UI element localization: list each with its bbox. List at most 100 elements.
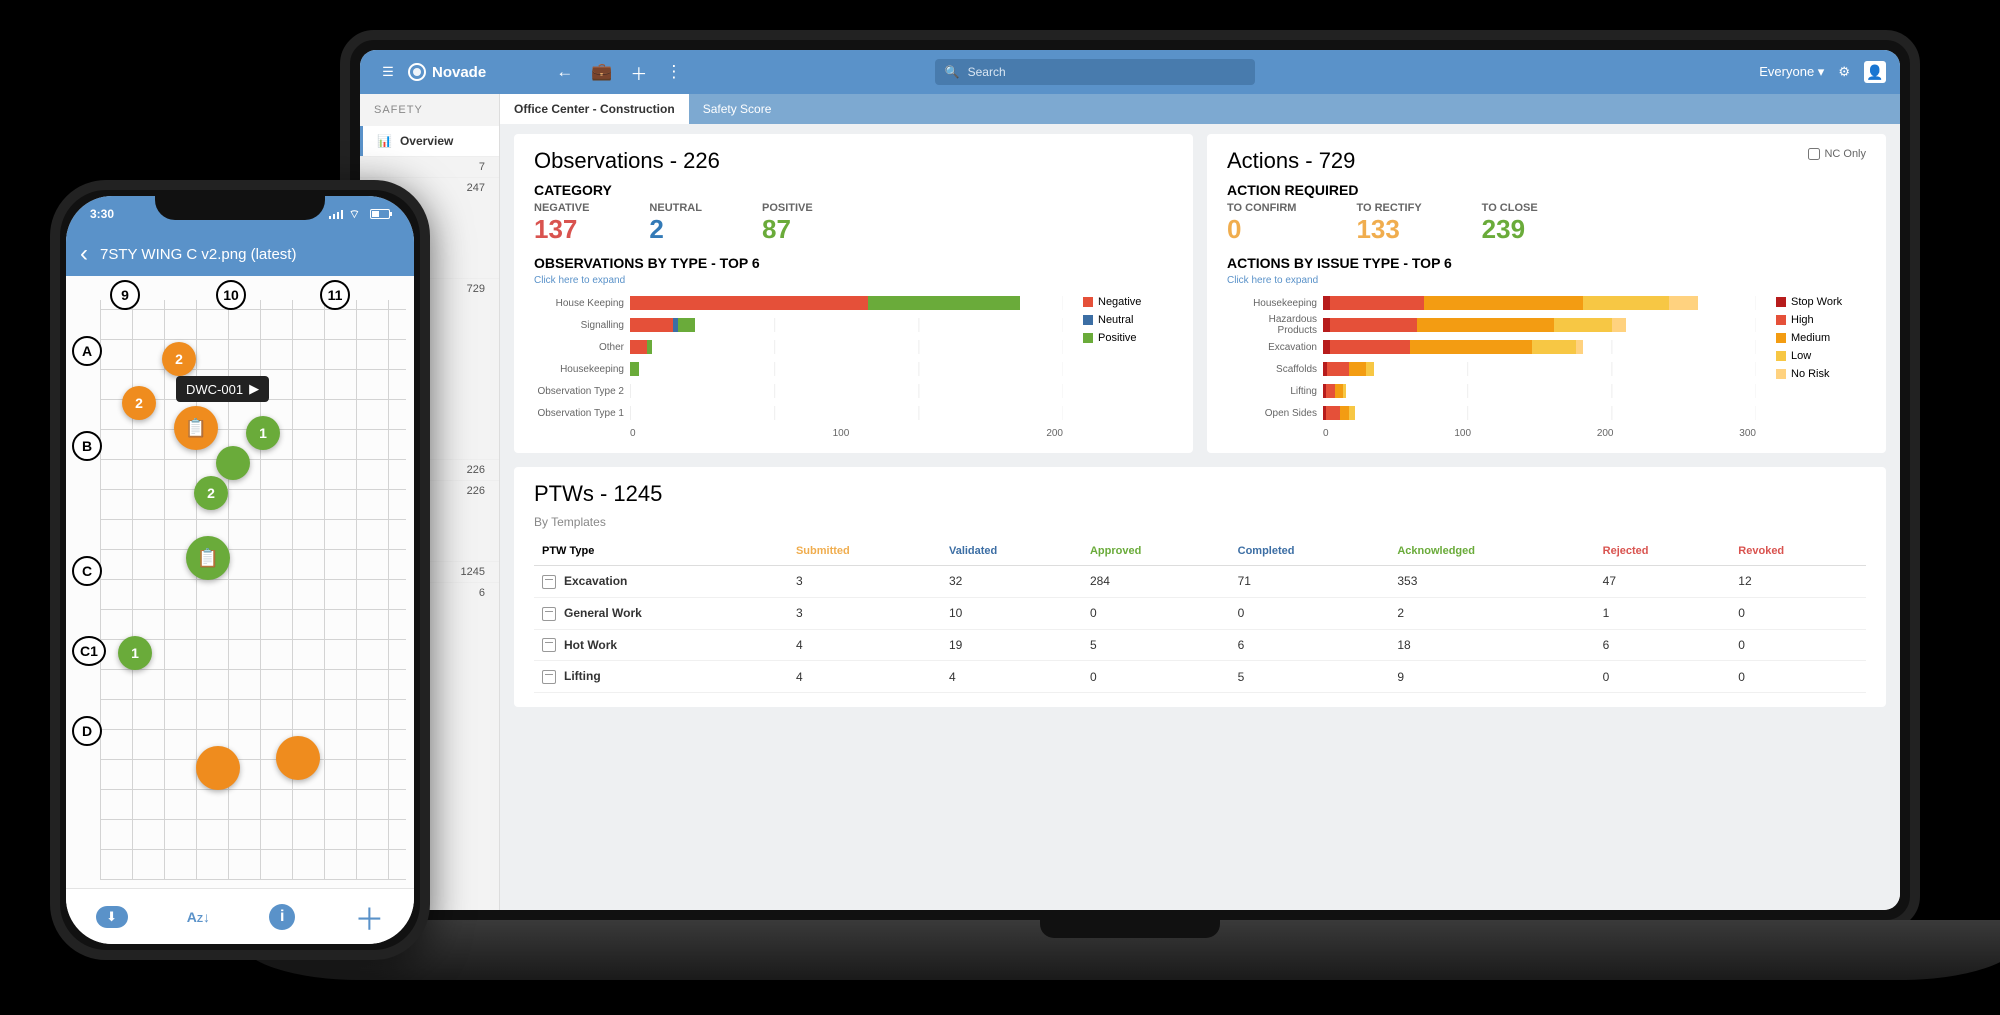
chart-bar-area	[1323, 384, 1756, 398]
wifi-icon: ⌔	[349, 207, 360, 222]
nc-only-toggle[interactable]: NC Only	[1808, 148, 1866, 160]
obs-chart-row: House KeepingSignallingOtherHousekeeping…	[534, 292, 1173, 439]
th-acknowledged[interactable]: Acknowledged	[1389, 537, 1594, 566]
map-pin-clipboard[interactable]: 📋	[174, 406, 218, 450]
plus-icon[interactable]: ＋	[630, 60, 647, 85]
chart-row: Other	[534, 336, 1063, 358]
chart-segment	[1323, 318, 1330, 332]
legend-label: Low	[1791, 350, 1811, 362]
obs-chart-expand[interactable]: Click here to expand	[534, 275, 1173, 286]
col-label: 11	[320, 280, 350, 310]
category-heading: CATEGORY	[534, 182, 1173, 198]
search-input[interactable]: 🔍 Search	[935, 59, 1255, 85]
more-vert-icon[interactable]: ⋮	[665, 62, 682, 82]
actions-chart[interactable]: HousekeepingHazardous ProductsExcavation…	[1227, 292, 1756, 439]
chart-segment	[1349, 362, 1366, 376]
briefcase-icon[interactable]: 💼	[591, 62, 612, 82]
observations-chart[interactable]: House KeepingSignallingOtherHousekeeping…	[534, 292, 1063, 439]
sort-az-icon[interactable]: AZ↓	[187, 909, 210, 925]
confirm-value: 0	[1227, 214, 1241, 244]
th-rejected[interactable]: Rejected	[1595, 537, 1731, 566]
map-pin[interactable]: 2	[194, 476, 228, 510]
phone-frame: 3:30 ⌔ ‹ 7STY WING C v2.png (latest) 9 1…	[50, 180, 430, 960]
th-type[interactable]: PTW Type	[534, 537, 788, 566]
neg-value: 137	[534, 214, 577, 244]
search-placeholder: Search	[968, 65, 1006, 79]
back-icon[interactable]: ←	[556, 62, 573, 82]
chart-bar-area	[630, 318, 1063, 332]
table-row[interactable]: Excavation332284713534712	[534, 566, 1866, 598]
map-pin[interactable]	[196, 746, 240, 790]
th-validated[interactable]: Validated	[941, 537, 1082, 566]
chart-segment	[1554, 318, 1612, 332]
th-approved[interactable]: Approved	[1082, 537, 1230, 566]
map-pin[interactable]: 2	[122, 386, 156, 420]
tab-safety-score[interactable]: Safety Score	[689, 94, 786, 124]
gear-icon[interactable]: ⚙	[1838, 64, 1850, 80]
chart-bar-area	[630, 406, 1063, 420]
laptop-base	[240, 920, 2000, 980]
battery-icon	[370, 209, 390, 219]
chart-segment	[1410, 340, 1533, 354]
play-icon: ▶	[249, 381, 259, 397]
sidebar-item-overview[interactable]: 📊 Overview	[360, 126, 499, 156]
chart-segment	[1330, 296, 1424, 310]
legend-label: Neutral	[1098, 314, 1133, 326]
table-row[interactable]: Lifting4405900	[534, 661, 1866, 693]
th-completed[interactable]: Completed	[1230, 537, 1390, 566]
chart-bar-area	[630, 296, 1063, 310]
calendar-icon	[542, 607, 556, 621]
back-icon[interactable]: ‹	[80, 240, 88, 268]
chart-segment	[1326, 384, 1335, 398]
app-logo[interactable]: Novade	[408, 63, 486, 81]
chart-row: Observation Type 2	[534, 380, 1063, 402]
chart-bar-area	[1323, 296, 1756, 310]
account-icon[interactable]: 👤	[1864, 61, 1886, 83]
chart-segment	[1323, 340, 1330, 354]
map-pin[interactable]	[216, 446, 250, 480]
calendar-icon	[542, 670, 556, 684]
chart-segment	[1576, 340, 1583, 354]
action-stats: TO CONFIRM0 TO RECTIFY133 TO CLOSE239	[1227, 202, 1866, 245]
scope-dropdown[interactable]: Everyone	[1759, 64, 1824, 80]
th-submitted[interactable]: Submitted	[788, 537, 941, 566]
rectify-value: 133	[1356, 214, 1399, 244]
chart-row-label: Housekeeping	[534, 364, 630, 375]
chart-row-label: Observation Type 2	[534, 386, 630, 397]
pin-callout[interactable]: DWC-001 ▶	[176, 376, 269, 402]
cloud-download-icon[interactable]: ⬇	[96, 906, 128, 928]
act-chart-expand[interactable]: Click here to expand	[1227, 275, 1866, 286]
sidebar-count[interactable]: 7	[360, 156, 499, 177]
row-label: D	[72, 716, 102, 746]
observations-title: Observations - 226	[534, 148, 1173, 174]
map-pin[interactable]	[276, 736, 320, 780]
chart-segment	[630, 362, 639, 376]
chart-segment	[1349, 406, 1355, 420]
chart-segment	[1330, 340, 1409, 354]
table-row[interactable]: General Work31000210	[534, 597, 1866, 629]
menu-icon[interactable]: ☰	[374, 64, 402, 80]
status-time: 3:30	[90, 207, 114, 221]
chart-row-label: Observation Type 1	[534, 408, 630, 419]
chart-segment	[1366, 362, 1373, 376]
floor-plan-view[interactable]: 9 10 11 A B C C1 D 2 2 📋 1 2 📋 1 DWC-001…	[66, 276, 414, 888]
th-revoked[interactable]: Revoked	[1730, 537, 1866, 566]
plus-icon[interactable]: ＋	[354, 895, 384, 939]
info-icon[interactable]: i	[269, 904, 295, 930]
tab-office-center[interactable]: Office Center - Construction	[500, 94, 689, 124]
map-pin[interactable]: 1	[118, 636, 152, 670]
table-row[interactable]: Hot Work419561860	[534, 629, 1866, 661]
main-content: Office Center - Construction Safety Scor…	[500, 94, 1900, 910]
chart-segment	[1612, 318, 1626, 332]
axis-tick: 200	[1046, 428, 1063, 439]
act-legend: Stop Work High Medium Low No Risk	[1776, 292, 1866, 439]
map-pin[interactable]: 2	[162, 342, 196, 376]
map-pin[interactable]: 1	[246, 416, 280, 450]
axis-tick: 300	[1739, 428, 1756, 439]
observations-panel: Observations - 226 CATEGORY NEGATIVE137 …	[514, 134, 1193, 453]
nc-only-checkbox[interactable]	[1808, 148, 1820, 160]
map-pin-clipboard[interactable]: 📋	[186, 536, 230, 580]
chart-segment	[1335, 384, 1344, 398]
axis-tick: 100	[1454, 428, 1471, 439]
dashboard: Observations - 226 CATEGORY NEGATIVE137 …	[500, 124, 1900, 717]
